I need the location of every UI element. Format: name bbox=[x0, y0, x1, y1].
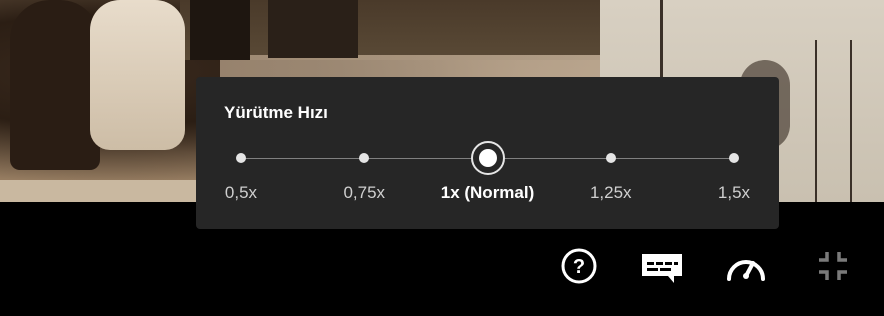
help-icon: ? bbox=[561, 248, 597, 284]
subtitles-icon bbox=[642, 254, 682, 283]
playback-speed-button[interactable] bbox=[724, 244, 768, 288]
speed-option-label[interactable]: 1,25x bbox=[590, 183, 632, 203]
playback-speed-icon bbox=[727, 260, 765, 281]
speed-option-label[interactable]: 0,75x bbox=[343, 183, 385, 203]
speed-option-label[interactable]: 1,5x bbox=[718, 183, 750, 203]
help-button[interactable]: ? bbox=[557, 244, 601, 288]
subtitles-button[interactable] bbox=[640, 244, 684, 288]
exit-fullscreen-button[interactable] bbox=[811, 244, 855, 288]
speed-option-label[interactable]: 0,5x bbox=[225, 183, 257, 203]
speed-option-selected-dot[interactable] bbox=[470, 141, 505, 175]
speed-option-dot[interactable] bbox=[605, 153, 616, 163]
exit-fullscreen-icon bbox=[819, 252, 847, 280]
svg-text:?: ? bbox=[573, 256, 585, 278]
speed-menu-title: Yürütme Hızı bbox=[224, 103, 328, 122]
playback-speed-menu: Yürütme Hızı 0,5x 0,75x 1x (Normal) 1,25x 1,… bbox=[196, 77, 779, 229]
speed-option-dot[interactable] bbox=[359, 153, 370, 163]
speed-option-dot[interactable] bbox=[236, 153, 246, 163]
speed-option-label[interactable]: 1x (Normal) bbox=[441, 183, 535, 203]
speed-option-dot[interactable] bbox=[729, 153, 739, 163]
video-player: Yürütme Hızı 0,5x 0,75x 1x (Normal) 1,25x 1,… bbox=[0, 0, 884, 316]
